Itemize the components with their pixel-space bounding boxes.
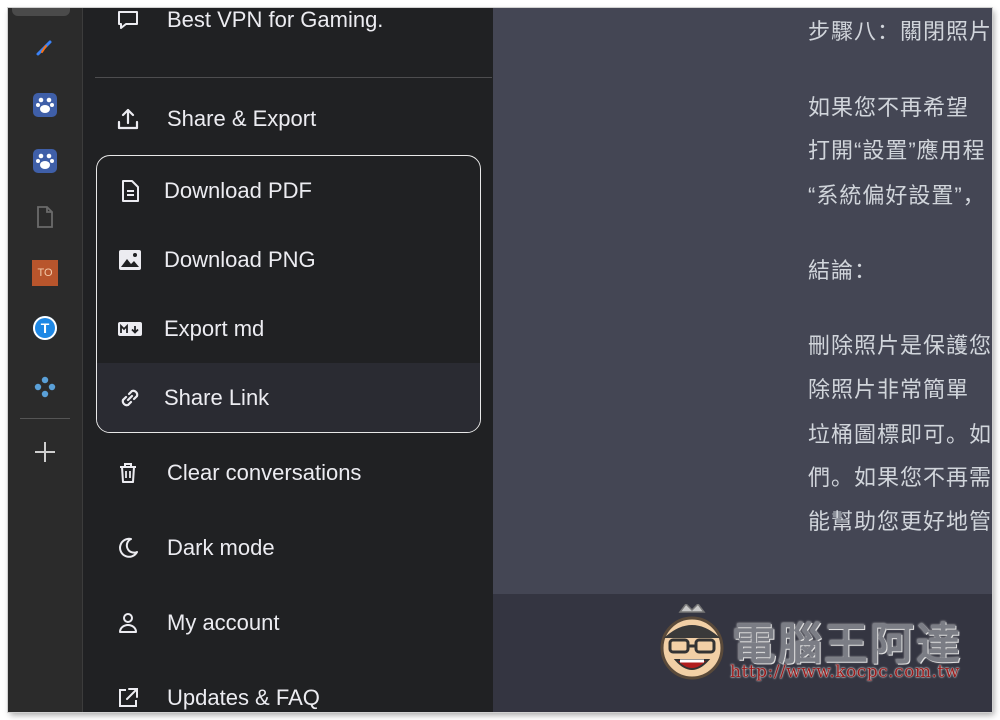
pen-icon[interactable]	[32, 34, 58, 60]
content-line: 步驟八：關閉照片	[808, 19, 992, 44]
content-line: “系統偏好設置”，	[808, 183, 986, 208]
sidebar-divider	[95, 77, 492, 78]
upload-icon	[115, 104, 155, 134]
my-account-button[interactable]: My account	[95, 593, 485, 653]
download-pdf-label: Download PDF	[164, 177, 312, 203]
to-icon-label: TO	[37, 267, 53, 279]
share-export-label: Share & Export	[167, 106, 317, 131]
extension-rail: TO T	[8, 8, 83, 712]
content-line: 打開“設置”應用程	[808, 138, 986, 163]
user-icon	[115, 608, 155, 638]
dots-icon[interactable]	[32, 374, 58, 400]
plus-icon[interactable]	[32, 439, 58, 465]
my-account-label: My account	[167, 610, 280, 635]
download-pdf-button[interactable]: Download PDF	[97, 156, 480, 225]
download-png-label: Download PNG	[164, 246, 316, 272]
moon-icon	[115, 533, 155, 563]
image-icon	[117, 247, 147, 273]
baidu-icon[interactable]	[32, 92, 58, 118]
watermark-url: http://www.kocpc.com.tw	[730, 662, 960, 682]
export-md-button[interactable]: Export md	[97, 294, 480, 363]
conversation-item[interactable]: Best VPN for Gaming.	[95, 8, 485, 50]
dark-mode-button[interactable]: Dark mode	[95, 518, 485, 578]
t-circle-icon[interactable]: T	[33, 316, 57, 340]
content-line: 刪除照片是保護您	[808, 333, 992, 358]
rail-top-tab[interactable]	[12, 8, 70, 16]
export-md-label: Export md	[164, 315, 265, 341]
content-line: 如果您不再希望	[808, 95, 970, 120]
content-line: 結論：	[808, 258, 878, 283]
link-icon	[117, 385, 147, 411]
clear-conversations-label: Clear conversations	[167, 460, 362, 485]
clear-conversations-button[interactable]: Clear conversations	[95, 443, 485, 503]
content-line: 能幫助您更好地管	[808, 509, 992, 534]
share-export-button[interactable]: Share & Export	[95, 89, 485, 149]
to-icon[interactable]: TO	[32, 260, 58, 286]
markdown-icon	[117, 316, 147, 342]
mascot-logo-icon	[660, 604, 724, 680]
share-export-submenu: Download PDF Download PNG Export md Shar…	[96, 155, 481, 433]
external-link-icon	[115, 683, 155, 712]
content-line: 們。如果您不再需	[808, 465, 992, 490]
share-link-label: Share Link	[164, 384, 270, 410]
trash-icon	[115, 458, 155, 488]
file-icon[interactable]	[32, 204, 58, 230]
content-line: 垃桶圖標即可。如	[808, 422, 992, 447]
download-png-button[interactable]: Download PNG	[97, 225, 480, 294]
sidebar-menu: Best VPN for Gaming. Share & Export Down…	[83, 8, 493, 712]
dark-mode-label: Dark mode	[167, 535, 275, 560]
updates-faq-button[interactable]: Updates & FAQ	[95, 668, 485, 712]
watermark: 電腦王阿達 http://www.kocpc.com.tw	[650, 596, 970, 696]
updates-faq-label: Updates & FAQ	[167, 685, 320, 710]
document-icon	[117, 178, 147, 204]
conversation-label: Best VPN for Gaming.	[167, 8, 384, 32]
chat-bubble-icon	[115, 8, 155, 35]
t-circle-label: T	[40, 320, 50, 336]
chat-content: 步驟八：關閉照片 如果您不再希望 打開“設置”應用程 “系統偏好設置”， 結論：…	[493, 8, 992, 594]
baidu-icon[interactable]	[32, 148, 58, 174]
content-line: 除照片非常簡單	[808, 377, 970, 402]
share-link-button[interactable]: Share Link	[97, 363, 480, 432]
rail-divider	[20, 418, 70, 419]
